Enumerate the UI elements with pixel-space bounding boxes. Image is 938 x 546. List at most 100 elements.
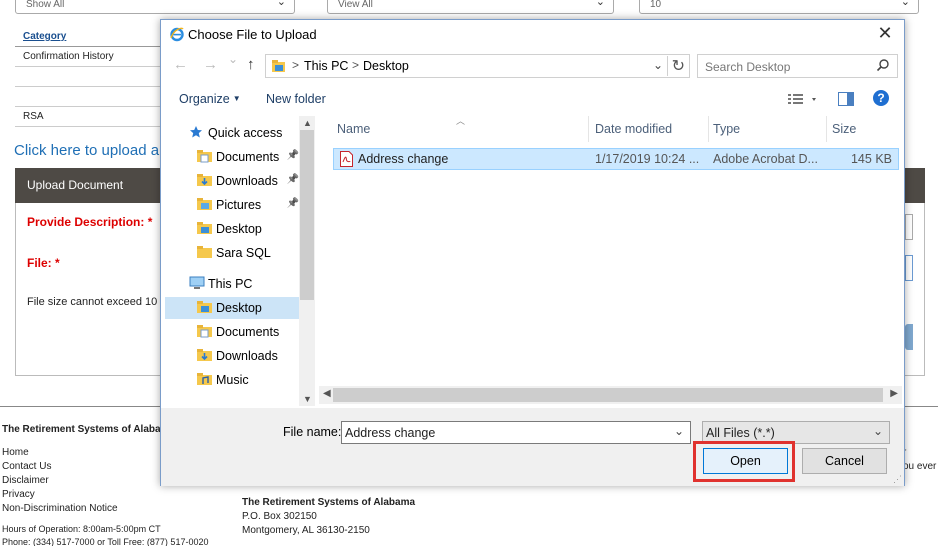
sidebar-item-desktop[interactable]: Desktop [165, 297, 299, 319]
file-row-address-change[interactable]: Address change 1/17/2019 10:24 ... Adobe… [333, 148, 899, 170]
refresh-icon[interactable]: ↻ [666, 56, 685, 76]
music-folder-icon [197, 372, 213, 389]
sidebar-item-this-pc[interactable]: This PC [165, 273, 299, 295]
footer-hours: Hours of Operation: 8:00am-5:00pm CT Pho… [2, 523, 208, 546]
footer-title: The Retirement Systems of Alabam [2, 424, 170, 435]
downloads-folder-icon [197, 348, 213, 365]
footer-link-disclaimer[interactable]: Disclaimer [2, 474, 118, 488]
filter-select-2[interactable]: View All ⌄ [327, 0, 614, 14]
sidebar-item-desktop[interactable]: Desktop [165, 218, 299, 240]
breadcrumb-separator: > [352, 58, 360, 72]
pictures-folder-icon [197, 197, 213, 214]
organize-label: Organize [179, 92, 230, 106]
address-line: Montgomery, AL 36130-2150 [242, 525, 370, 536]
scroll-right-icon[interactable]: ▶ [890, 388, 898, 399]
column-header-type[interactable]: Type [713, 122, 740, 136]
scrollbar-thumb[interactable] [333, 388, 883, 402]
size-note: File size cannot exceed 10 [27, 296, 158, 308]
up-arrow-icon[interactable]: ↑ [247, 56, 255, 73]
search-box[interactable]: Search Desktop [697, 54, 898, 78]
column-header-date[interactable]: Date modified [595, 122, 672, 136]
scroll-down-icon[interactable]: ▼ [303, 394, 312, 404]
scroll-up-icon[interactable]: ▲ [303, 118, 312, 128]
this-pc-folder-icon [272, 60, 286, 75]
filter-select-3[interactable]: 10 ⌄ [639, 0, 919, 14]
forward-arrow-icon[interactable]: → [203, 56, 218, 73]
sidebar-item-label: Desktop [216, 301, 262, 315]
close-icon[interactable]: ✕ [875, 23, 895, 44]
address-dropdown-icon[interactable]: ⌄ [653, 58, 663, 72]
sidebar-item-downloads[interactable]: Downloads 📌 [165, 170, 299, 192]
footer-link-nondiscrimination[interactable]: Non-Discrimination Notice [2, 502, 118, 516]
file-name-label: File name: [283, 425, 342, 439]
scrollbar-thumb[interactable] [300, 130, 314, 300]
pin-icon[interactable]: 📌 [287, 174, 299, 185]
footer-link-contact[interactable]: Contact Us [2, 460, 118, 474]
filter-select-1[interactable]: Show All ⌄ [15, 0, 295, 14]
column-divider[interactable] [588, 116, 589, 142]
file-name: Address change [358, 152, 449, 166]
address-line: P.O. Box 302150 [242, 511, 317, 522]
file-list-scrollbar[interactable]: ◀ ▶ [319, 386, 902, 404]
resize-grip-icon[interactable]: ⋰ [893, 474, 902, 485]
footer-fragment: ou ever [903, 461, 937, 472]
hours-text: Hours of Operation: 8:00am-5:00pm CT [2, 524, 161, 534]
navigation-scrollbar[interactable]: ▲ ▼ [299, 116, 315, 406]
open-button-highlight [693, 441, 795, 482]
file-type: Adobe Acrobat D... [713, 152, 818, 166]
breadcrumb-this-pc[interactable]: This PC [304, 59, 348, 73]
sidebar-item-label: Quick access [208, 126, 283, 140]
upload-bar-edge [905, 168, 925, 203]
organize-button[interactable]: Organize ▼ [179, 92, 241, 106]
footer-link-home[interactable]: Home [2, 446, 118, 460]
preview-pane-icon[interactable] [838, 92, 854, 109]
sidebar-item-label: Documents [216, 150, 280, 164]
column-header-name[interactable]: Name [337, 122, 370, 136]
chevron-down-icon[interactable]: ⌄ [873, 424, 883, 438]
file-upload-dialog: Choose File to Upload ✕ ← → ⌄ ↑ > This P… [160, 19, 905, 486]
file-size: 145 KB [850, 152, 892, 166]
column-divider[interactable] [826, 116, 827, 142]
column-divider[interactable] [708, 116, 709, 142]
pin-icon[interactable]: 📌 [287, 150, 299, 161]
description-input[interactable] [905, 214, 913, 240]
sidebar-item-label: Music [216, 373, 249, 387]
address-title: The Retirement Systems of Alabama [242, 497, 416, 508]
file-name-input[interactable]: Address change ⌄ [341, 421, 691, 444]
chevron-down-icon[interactable]: ⌄ [674, 424, 684, 438]
sidebar-item-music[interactable]: Music [165, 369, 299, 391]
cancel-button[interactable]: Cancel [802, 448, 887, 474]
file-date: 1/17/2019 10:24 ... [595, 152, 700, 166]
internet-explorer-icon [169, 26, 185, 42]
sidebar-item-documents[interactable]: Documents 📌 [165, 146, 299, 168]
scroll-left-icon[interactable]: ◀ [323, 388, 331, 399]
file-input[interactable] [905, 255, 913, 281]
footer-link-privacy[interactable]: Privacy [2, 488, 118, 502]
file-name-value: Address change [345, 426, 436, 440]
recent-locations-icon[interactable]: ⌄ [228, 52, 238, 66]
category-table: Category Confirmation History RSA [15, 27, 161, 127]
desktop-folder-icon [197, 221, 213, 238]
sidebar-item-documents[interactable]: Documents [165, 321, 299, 343]
address-bar[interactable]: > This PC > Desktop ⌄ ↻ [265, 54, 690, 78]
upload-button[interactable] [905, 324, 913, 350]
sidebar-item-quick-access[interactable]: Quick access [165, 122, 299, 144]
sidebar-item-sara-sql[interactable]: Sara SQL [165, 242, 299, 264]
upload-link[interactable]: Click here to upload a [14, 142, 159, 159]
pin-icon[interactable]: 📌 [287, 198, 299, 209]
column-header-size[interactable]: Size [832, 122, 856, 136]
category-header[interactable]: Category [15, 27, 161, 47]
back-arrow-icon[interactable]: ← [173, 56, 188, 73]
sidebar-item-label: Pictures [216, 198, 262, 212]
sidebar-item-downloads[interactable]: Downloads [165, 345, 299, 367]
star-icon [189, 125, 203, 142]
view-options-icon[interactable] [788, 93, 818, 108]
breadcrumb-desktop[interactable]: Desktop [363, 59, 409, 73]
footer-right-text: r ou ever [903, 446, 936, 474]
help-icon[interactable]: ? [873, 90, 889, 106]
chevron-down-icon: ⌄ [276, 0, 286, 8]
sidebar-item-pictures[interactable]: Pictures 📌 [165, 194, 299, 216]
dialog-titlebar[interactable]: Choose File to Upload ✕ [161, 20, 904, 50]
sidebar-item-label: Downloads [216, 349, 278, 363]
new-folder-button[interactable]: New folder [266, 92, 326, 106]
